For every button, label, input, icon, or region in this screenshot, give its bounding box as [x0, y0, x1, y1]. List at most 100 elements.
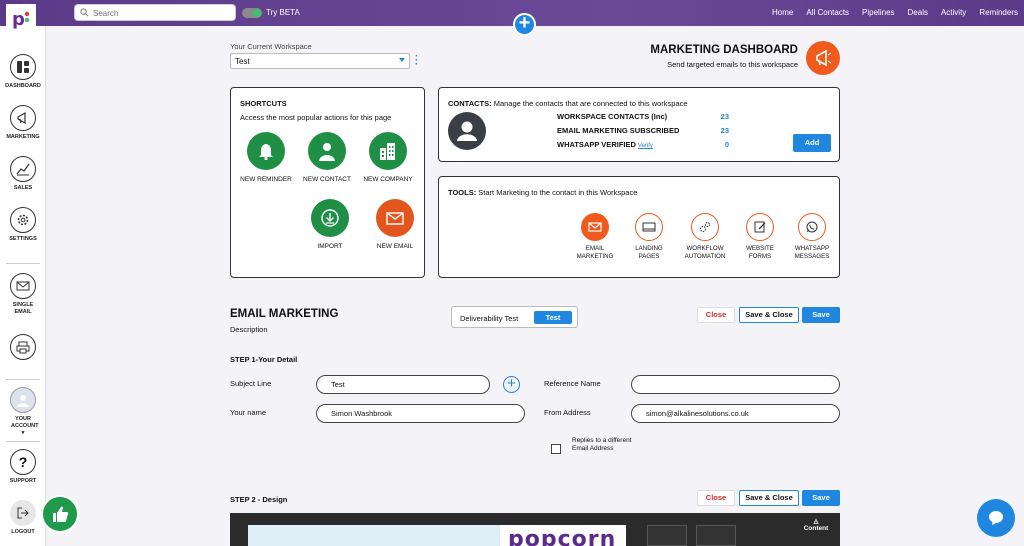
tool-workflow-automation[interactable]: WORKFLOW AUTOMATION	[680, 213, 730, 261]
from-field[interactable]: simon@alkalinesolutions.co.uk	[631, 404, 840, 423]
verify-link[interactable]: Verify	[638, 143, 653, 149]
nav-home[interactable]: Home	[772, 8, 793, 17]
tool-label: EMAIL MARKETING	[576, 245, 614, 260]
chart-line-icon	[10, 156, 36, 182]
shortcut-new-company[interactable]: NEW COMPANY	[358, 132, 418, 183]
app-logo[interactable]: p	[6, 4, 36, 34]
download-icon	[311, 199, 349, 237]
question-icon: ?	[10, 449, 36, 475]
shortcut-new-contact[interactable]: NEW CONTACT	[297, 132, 357, 183]
tools-title: TOOLS: Start Marketing to the contact in…	[448, 188, 637, 197]
sidebar-label-single-email: SINGLE EMAIL	[12, 302, 34, 315]
quick-add-button[interactable]: +	[513, 13, 536, 36]
name-label: Your name	[230, 408, 266, 417]
workspace-select[interactable]: Test	[230, 53, 410, 69]
stat-value[interactable]: 0	[715, 140, 729, 149]
save-close-button[interactable]: Save & Close	[739, 490, 799, 506]
sidebar-label-settings: SETTINGS	[9, 236, 37, 242]
tool-landing-pages[interactable]: LANDING PAGES	[624, 213, 674, 261]
nav-deals[interactable]: Deals	[908, 8, 928, 17]
editor-block-divider[interactable]	[744, 525, 784, 546]
chevron-down-icon	[399, 58, 405, 62]
save-close-button[interactable]: Save & Close	[739, 307, 799, 323]
printer-icon	[10, 334, 36, 360]
shortcut-new-reminder[interactable]: NEW REMINDER	[236, 132, 296, 183]
content-label: Content	[803, 525, 829, 532]
editor-block-columns[interactable]	[647, 525, 687, 546]
different-reply-checkbox[interactable]	[551, 444, 561, 454]
editor-block-image[interactable]	[696, 525, 736, 546]
stat-value[interactable]: 23	[715, 112, 729, 121]
whatsapp-icon	[798, 213, 826, 241]
sidebar-divider	[6, 441, 40, 442]
shortcuts-card: SHORTCUTS Access the most popular action…	[230, 87, 425, 278]
step2-title: STEP 2 - Design	[230, 495, 288, 504]
sidebar-divider	[6, 379, 40, 380]
tool-label: LANDING PAGES	[635, 245, 663, 260]
tool-whatsapp-messages[interactable]: WHATSAPP MESSAGES	[787, 213, 837, 261]
form-edit-icon	[746, 213, 774, 241]
save-button[interactable]: Save	[802, 490, 840, 506]
test-button[interactable]: Test	[534, 311, 572, 324]
envelope-icon	[581, 213, 609, 241]
page-title: MARKETING DASHBOARD	[650, 44, 798, 56]
beta-toggle[interactable]	[242, 8, 262, 18]
page-subtitle: Send targeted emails to this workspace	[667, 60, 798, 69]
sidebar: DASHBOARD MARKETING SALES SETTINGS SINGL…	[0, 26, 46, 546]
shortcut-import[interactable]: IMPORT	[300, 199, 360, 250]
sidebar-item-logout[interactable]: LOGOUT	[0, 500, 46, 536]
tool-label: WEBSITE FORMS	[746, 245, 774, 260]
tools-subtitle: Start Marketing to the contact in this W…	[478, 188, 638, 197]
sidebar-item-support[interactable]: ? SUPPORT	[0, 449, 46, 485]
contacts-card: CONTACTS: Manage the contacts that are c…	[438, 87, 840, 162]
tool-website-forms[interactable]: WEBSITE FORMS	[735, 213, 785, 261]
nav-activity[interactable]: Activity	[941, 8, 966, 17]
add-contact-button[interactable]: Add	[793, 134, 831, 152]
nav-all-contacts[interactable]: All Contacts	[806, 8, 849, 17]
tools-card: TOOLS: Start Marketing to the contact in…	[438, 176, 840, 278]
save-button[interactable]: Save	[802, 307, 840, 323]
shortcut-new-email[interactable]: NEW EMAIL	[365, 199, 425, 250]
shortcut-label: NEW COMPANY	[363, 176, 413, 183]
name-field[interactable]: Simon Washbrook	[316, 404, 525, 423]
gear-icon	[10, 207, 36, 233]
thumbs-up-icon[interactable]	[41, 495, 79, 533]
tool-email-marketing[interactable]: EMAIL MARKETING	[570, 213, 620, 261]
stat-value[interactable]: 23	[715, 126, 729, 135]
workspace-label: Your Current Workspace	[230, 42, 312, 51]
stat-label: EMAIL MARKETING SUBSCRIBED	[557, 126, 680, 135]
editor-content-tab[interactable]: ◬ Content	[798, 517, 834, 532]
svg-text:p: p	[12, 9, 25, 30]
sidebar-item-settings[interactable]: SETTINGS	[0, 207, 46, 243]
beta-label: Try BETA	[266, 8, 300, 17]
top-bar: Try BETA Home All Contacts Pipelines Dea…	[0, 0, 1024, 26]
email-editor-preview: popcorn ◬ Content	[230, 513, 840, 546]
subject-label: Subject Line	[230, 379, 272, 388]
chat-icon[interactable]	[977, 499, 1015, 537]
add-field-button[interactable]: +	[503, 376, 520, 393]
nav-pipelines[interactable]: Pipelines	[862, 8, 894, 17]
close-button[interactable]: Close	[697, 307, 735, 323]
sidebar-label-sales: SALES	[13, 185, 33, 191]
step1-title: STEP 1-Your Detail	[230, 355, 298, 364]
megaphone-icon	[806, 41, 840, 75]
subject-field[interactable]: Test	[316, 375, 490, 394]
tool-label: WHATSAPP MESSAGES	[794, 245, 830, 260]
sidebar-item-sales[interactable]: SALES	[0, 156, 46, 192]
sidebar-item-single-email[interactable]: SINGLE EMAIL	[0, 273, 46, 316]
logout-icon	[10, 500, 36, 526]
sidebar-item-marketing[interactable]: MARKETING	[0, 105, 46, 141]
workspace-menu-icon[interactable]: · · ·	[415, 52, 419, 70]
sidebar-item-account[interactable]: YOUR ACCOUNT ▾	[0, 387, 46, 437]
search-input[interactable]	[93, 7, 231, 19]
reference-field[interactable]	[631, 375, 840, 394]
sidebar-item-print[interactable]	[0, 334, 46, 360]
contacts-title-text: CONTACTS:	[448, 99, 492, 108]
shapes-icon: ◬	[813, 518, 819, 525]
sidebar-item-dashboard[interactable]: DASHBOARD	[0, 54, 46, 90]
bell-icon	[247, 132, 285, 170]
nav-reminders[interactable]: Reminders	[979, 8, 1018, 17]
workspace-value: Test	[235, 57, 250, 66]
search-box[interactable]	[74, 4, 236, 21]
close-button[interactable]: Close	[697, 490, 735, 506]
